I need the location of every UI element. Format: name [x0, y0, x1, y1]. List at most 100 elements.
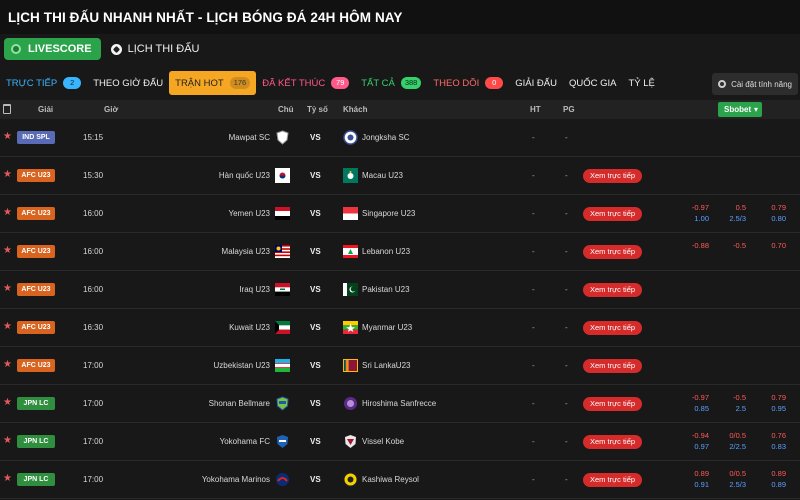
odds-value[interactable]: -0.97	[669, 203, 709, 212]
tab-finished[interactable]: ĐÃ KẾT THÚC 79	[256, 72, 355, 94]
match-row[interactable]: ★ AFC U23 16:30 Kuwait U23 VS Myanmar U23 - - Xe…	[0, 309, 800, 347]
star-icon[interactable]: ★	[3, 474, 12, 484]
odds-value[interactable]: 0.5	[706, 203, 746, 212]
league-badge[interactable]: AFC U23	[17, 359, 55, 372]
tab-hot[interactable]: TRẬN HOT 176	[169, 71, 257, 95]
match-row[interactable]: ★ JPN LC 17:00 Shonan Bellmare VS Hiroshima S…	[0, 385, 800, 423]
odds-value[interactable]: 0.76	[746, 431, 786, 440]
star-icon[interactable]: ★	[3, 398, 12, 408]
odds-value[interactable]: -0.5	[706, 241, 746, 250]
odds-value[interactable]: 2.5/3	[706, 480, 746, 489]
home-team[interactable]: Malaysia U23	[222, 233, 270, 271]
home-team[interactable]: Shonan Bellmare	[209, 385, 270, 423]
away-team[interactable]: Lebanon U23	[362, 233, 410, 271]
odds-value[interactable]: 0.85	[669, 404, 709, 413]
watch-live-button[interactable]: Xem trực tiếp	[583, 283, 643, 297]
tab-by-time[interactable]: THEO GIỜ ĐẤU	[87, 72, 169, 94]
match-row[interactable]: ★ AFC U23 17:00 Uzbekistan U23 VS Sri LankaU2…	[0, 347, 800, 385]
away-team[interactable]: Myanmar U23	[362, 309, 412, 347]
star-icon[interactable]: ★	[3, 246, 12, 256]
odds-value[interactable]: -0.97	[669, 393, 709, 402]
trash-icon[interactable]	[3, 104, 11, 114]
star-icon[interactable]: ★	[3, 208, 12, 218]
star-icon[interactable]: ★	[3, 436, 12, 446]
odds-value[interactable]: 0.83	[746, 442, 786, 451]
odds-value[interactable]: 0.80	[746, 214, 786, 223]
livescore-button[interactable]: LIVESCORE	[4, 38, 101, 60]
home-team[interactable]: Yokohama Marinos	[202, 461, 270, 499]
home-team[interactable]: Uzbekistan U23	[214, 347, 270, 385]
watch-live-button[interactable]: Xem trực tiếp	[583, 321, 643, 335]
odds-value[interactable]: 0.79	[746, 393, 786, 402]
tab-odds[interactable]: TỶ LỆ	[622, 72, 660, 94]
away-team[interactable]: Kashiwa Reysol	[362, 461, 419, 499]
odds-value[interactable]: 0/0.5	[706, 469, 746, 478]
odds-value[interactable]: 0.89	[669, 469, 709, 478]
watch-live-button[interactable]: Xem trực tiếp	[583, 473, 643, 487]
away-team[interactable]: Jongksha SC	[362, 119, 410, 157]
match-row[interactable]: ★ AFC U23 16:00 Iraq U23 VS Pakistan U23 - - Xem…	[0, 271, 800, 309]
odds-value[interactable]: 2.5	[706, 404, 746, 413]
watch-live-button[interactable]: Xem trực tiếp	[583, 207, 643, 221]
home-team[interactable]: Yemen U23	[228, 195, 270, 233]
away-team[interactable]: Singapore U23	[362, 195, 415, 233]
home-team[interactable]: Mawpat SC	[229, 119, 270, 157]
watch-live-button[interactable]: Xem trực tiếp	[583, 397, 643, 411]
tab-league[interactable]: GIẢI ĐẤU	[509, 72, 563, 94]
away-team[interactable]: Vissel Kobe	[362, 423, 404, 461]
star-icon[interactable]: ★	[3, 170, 12, 180]
watch-live-button[interactable]: Xem trực tiếp	[583, 169, 643, 183]
odds-value[interactable]: -0.94	[669, 431, 709, 440]
away-team[interactable]: Sri LankaU23	[362, 347, 410, 385]
odds-value[interactable]: -0.88	[669, 241, 709, 250]
odds-value[interactable]: 0.89	[746, 469, 786, 478]
bookmaker-select[interactable]: Sbobet ▾	[718, 102, 762, 117]
tab-country[interactable]: QUỐC GIA	[563, 72, 623, 94]
tab-live[interactable]: TRỰC TIẾP 2	[0, 72, 87, 94]
away-team[interactable]: Macau U23	[362, 157, 403, 195]
league-badge[interactable]: AFC U23	[17, 207, 55, 220]
home-team[interactable]: Hàn quốc U23	[219, 157, 270, 195]
league-badge[interactable]: AFC U23	[17, 283, 55, 296]
watch-live-button[interactable]: Xem trực tiếp	[583, 435, 643, 449]
home-team[interactable]: Yokohama FC	[220, 423, 270, 461]
schedule-button[interactable]: LỊCH THI ĐẤU	[110, 43, 200, 55]
settings-button[interactable]: Cài đặt tính năng	[712, 73, 798, 95]
away-team[interactable]: Pakistan U23	[362, 271, 410, 309]
star-icon[interactable]: ★	[3, 132, 12, 142]
match-row[interactable]: ★ AFC U23 16:00 Yemen U23 VS Singapore U23 - - X…	[0, 195, 800, 233]
away-team[interactable]: Hiroshima Sanfrecce	[362, 385, 436, 423]
star-icon[interactable]: ★	[3, 322, 12, 332]
watch-live-button[interactable]: Xem trực tiếp	[583, 245, 643, 259]
star-icon[interactable]: ★	[3, 360, 12, 370]
odds-value[interactable]: 2/2.5	[706, 442, 746, 451]
tab-all[interactable]: TẤT CẢ 388	[355, 72, 427, 94]
league-badge[interactable]: AFC U23	[17, 321, 55, 334]
league-badge[interactable]: JPN LC	[17, 397, 55, 410]
odds-value[interactable]: 1.00	[669, 214, 709, 223]
home-team[interactable]: Iraq U23	[239, 271, 270, 309]
match-row[interactable]: ★ AFC U23 15:30 Hàn quốc U23 VS Macau U23 - - Xe…	[0, 157, 800, 195]
home-team[interactable]: Kuwait U23	[229, 309, 270, 347]
tab-following[interactable]: THEO DÕI 0	[427, 72, 509, 94]
odds-value[interactable]: 0.89	[746, 480, 786, 489]
match-row[interactable]: ★ AFC U23 16:00 Malaysia U23 VS Lebanon U23 - -…	[0, 233, 800, 271]
odds-value[interactable]: 0.97	[669, 442, 709, 451]
league-badge[interactable]: AFC U23	[17, 169, 55, 182]
watch-live-button[interactable]: Xem trực tiếp	[583, 359, 643, 373]
league-badge[interactable]: JPN LC	[17, 473, 55, 486]
match-row[interactable]: ★ JPN LC 17:00 Yokohama FC VS Vissel Kobe - - Xe…	[0, 423, 800, 461]
league-badge[interactable]: AFC U23	[17, 245, 55, 258]
match-row[interactable]: ★ IND SPL 15:15 Mawpat SC VS Jongksha SC - -	[0, 119, 800, 157]
odds-value[interactable]: 0/0.5	[706, 431, 746, 440]
odds-value[interactable]: 0.79	[746, 203, 786, 212]
odds-value[interactable]: 2.5/3	[706, 214, 746, 223]
star-icon[interactable]: ★	[3, 284, 12, 294]
league-badge[interactable]: JPN LC	[17, 435, 55, 448]
match-row[interactable]: ★ JPN LC 17:00 Yokohama Marinos VS Kashiwa Re…	[0, 461, 800, 499]
league-badge[interactable]: IND SPL	[17, 131, 55, 144]
odds-value[interactable]: 0.70	[746, 241, 786, 250]
odds-value[interactable]: 0.95	[746, 404, 786, 413]
odds-value[interactable]: 0.91	[669, 480, 709, 489]
odds-value[interactable]: -0.5	[706, 393, 746, 402]
